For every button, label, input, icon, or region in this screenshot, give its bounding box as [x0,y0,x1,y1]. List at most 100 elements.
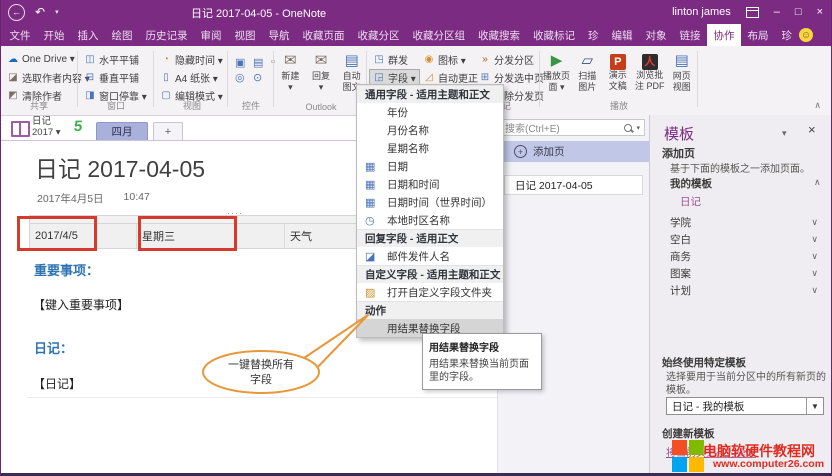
field-dropdown-menu: 通用字段 - 适用主题和正文年份月份名称星期名称▦日期▦日期和时间▦日期时间（世… [356,84,504,338]
template-category[interactable]: 商务∨ [670,248,818,265]
field-menu-item[interactable]: 通用字段 - 适用主题和正文 [357,85,503,103]
ribbon-tab[interactable]: 珍 [775,24,799,46]
collapse-chevron-icon[interactable]: ∧ [814,177,821,188]
tooltip-body: 用结果来替换当前页面里的字段。 [429,358,535,384]
ribbon-big-button[interactable]: ▶播放页面 ▾ [543,50,570,92]
page-title[interactable]: 日记 2017-04-05 [35,150,205,184]
autocorrect-icon: ◿ [423,72,435,83]
select-caret-icon[interactable]: ▼ [806,398,823,414]
field-menu-item[interactable]: 年份 [357,103,503,121]
ribbon-tab[interactable]: 收藏搜索 [472,24,527,46]
ribbon-tab[interactable]: 收藏分区 [351,24,406,46]
ribbon-tab[interactable]: 对象 [639,24,673,46]
search-input[interactable]: 搜索(Ctrl+E) ▾ [500,119,645,136]
field-menu-item[interactable]: ▦日期 [357,157,503,175]
ribbon-button[interactable]: »分发分区 [475,51,548,68]
feedback-smiley-icon[interactable]: ☺ [799,28,813,42]
field-menu-item[interactable]: 回复字段 - 适用正文 [357,229,503,247]
ribbon-tab[interactable]: 链接 [673,24,707,46]
heading-diary[interactable]: 日记： [34,338,73,357]
placeholder-diary[interactable]: 【日记】 [33,375,81,392]
my-templates-header[interactable]: 我的模板 [670,176,712,191]
ribbon-big-button[interactable]: 人浏览批注 PDF [635,50,665,92]
template-link-diary[interactable]: 日记 [680,194,701,209]
placeholder-important[interactable]: 【键入重要事项】 [33,296,129,313]
radio-control-icon[interactable]: ⊙ [253,71,267,84]
checkbox-control-icon[interactable]: ▣ [235,56,249,69]
notebook-name[interactable]: 日记 2017 ▾ [32,116,61,138]
donut-control-icon[interactable]: ◎ [235,71,249,84]
ribbon-tab[interactable]: 编辑 [605,24,639,46]
ribbon-button[interactable]: ☁One Drive ▾ [3,51,75,68]
ribbon-tab[interactable]: 历史记录 [139,24,194,46]
default-template-select[interactable]: 日记 - 我的模板 ▼ [666,397,824,415]
windows-logo-icon [672,440,704,472]
ribbon-tab[interactable]: 导航 [262,24,296,46]
user-name[interactable]: linton james [672,6,731,18]
field-menu-item[interactable]: 月份名称 [357,121,503,139]
ribbon-button[interactable]: ⊟垂直平铺 [80,69,152,86]
ribbon-tab[interactable]: 绘图 [105,24,139,46]
ribbon-button[interactable]: ◉图标 ▾ [419,51,482,68]
section-tab-april[interactable]: 四月 [96,122,148,140]
pane-menu-caret-icon[interactable]: ▾ [782,128,787,139]
ribbon-big-button[interactable]: P演示文稿 [605,50,631,92]
title-bar: ← ↶ ▾ 日记 2017-04-05 - OneNote linton jam… [1,0,831,24]
search-scope-caret-icon[interactable]: ▾ [636,124,640,132]
pane-close-icon[interactable]: × [808,122,816,137]
quick-access-toolbar: ← ↶ ▾ [8,3,59,21]
textfield-control-icon[interactable]: ▤ [253,56,267,69]
customize-qat-icon[interactable]: ▾ [55,8,59,16]
close-icon[interactable]: × [817,7,823,18]
ribbon-big-button[interactable]: ✉回复▾ [308,50,335,92]
field-menu-item[interactable]: 动作 [357,301,503,319]
ribbon-big-button[interactable]: ▤网页视图 [669,50,695,92]
ribbon-button[interactable]: ◪选取作者内容 ▾ [3,69,75,86]
ribbon-tab[interactable]: 审阅 [194,24,228,46]
field-menu-item[interactable]: ◷本地时区名称 [357,211,503,229]
ribbon-tab[interactable]: 珍 [582,24,606,46]
ribbon-tab[interactable]: 插入 [71,24,105,46]
minimize-icon[interactable]: – [774,7,780,18]
template-category[interactable]: 图案∨ [670,265,818,282]
field-menu-item[interactable]: ◪邮件发件人名 [357,247,503,265]
watermark-url: www.computer26.com [713,458,824,470]
collapse-ribbon-icon[interactable]: ∧ [814,100,821,111]
calendar-clock-icon: ▦ [365,178,375,191]
ribbon-button[interactable]: ▯A4 纸张 ▾ [156,69,228,86]
template-category[interactable]: 学院∨ [670,214,818,231]
ribbon-tab[interactable]: 收藏页面 [296,24,351,46]
search-placeholder: 搜索(Ctrl+E) [505,120,560,135]
back-icon[interactable]: ← [8,4,25,21]
new-section-tab[interactable]: + [153,122,183,140]
search-icon[interactable] [624,124,632,132]
ribbon-tab[interactable]: 协作 [707,24,741,46]
ribbon-big-button[interactable]: ✉新建▾ [277,50,304,92]
template-category[interactable]: 计划∨ [670,282,818,299]
field-menu-item[interactable]: ▦日期和时间 [357,175,503,193]
ribbon-button[interactable]: ◳群发 [369,51,420,68]
field-menu-item[interactable]: ▨打开自定义字段文件夹 [357,283,503,301]
maximize-icon[interactable]: □ [795,7,802,18]
field-menu-item[interactable]: ▦日期时间（世界时间） [357,193,503,211]
ribbon-button[interactable]: ◫水平平铺 [80,51,152,68]
ribbon-tab-bar: 文件开始插入绘图历史记录审阅视图导航收藏页面收藏分区收藏分区组收藏搜索收藏标记珍… [1,24,831,46]
template-category[interactable]: 空白∨ [670,231,818,248]
ribbon-big-button[interactable]: ▱扫描图片 [574,50,600,92]
ribbon-group-view: ◔隐藏时间 ▾▯A4 纸张 ▾▢编辑模式 ▾ 视图 [156,50,228,112]
add-page-button[interactable]: + 添加页 [498,141,650,162]
ribbon-tab[interactable]: 布局 [741,24,775,46]
ribbon-tab[interactable]: 开始 [37,24,71,46]
heading-important[interactable]: 重要事项： [34,260,99,279]
ribbon-tab[interactable]: 文件 [3,24,37,46]
field-menu-item[interactable]: 自定义字段 - 适用主题和正文 [357,265,503,283]
ribbon-button[interactable]: ◔隐藏时间 ▾ [156,51,228,68]
ribbon-tab[interactable]: 收藏分区组 [406,24,472,46]
mass-send-icon: ◳ [373,54,385,65]
ribbon-tab[interactable]: 视图 [228,24,262,46]
field-menu-item[interactable]: 星期名称 [357,139,503,157]
page-list-item[interactable]: 日记 2017-04-05 [504,175,643,195]
ribbon-display-options-icon[interactable] [746,7,759,18]
ribbon-tab[interactable]: 收藏标记 [527,24,582,46]
undo-icon[interactable]: ↶ [35,6,45,18]
